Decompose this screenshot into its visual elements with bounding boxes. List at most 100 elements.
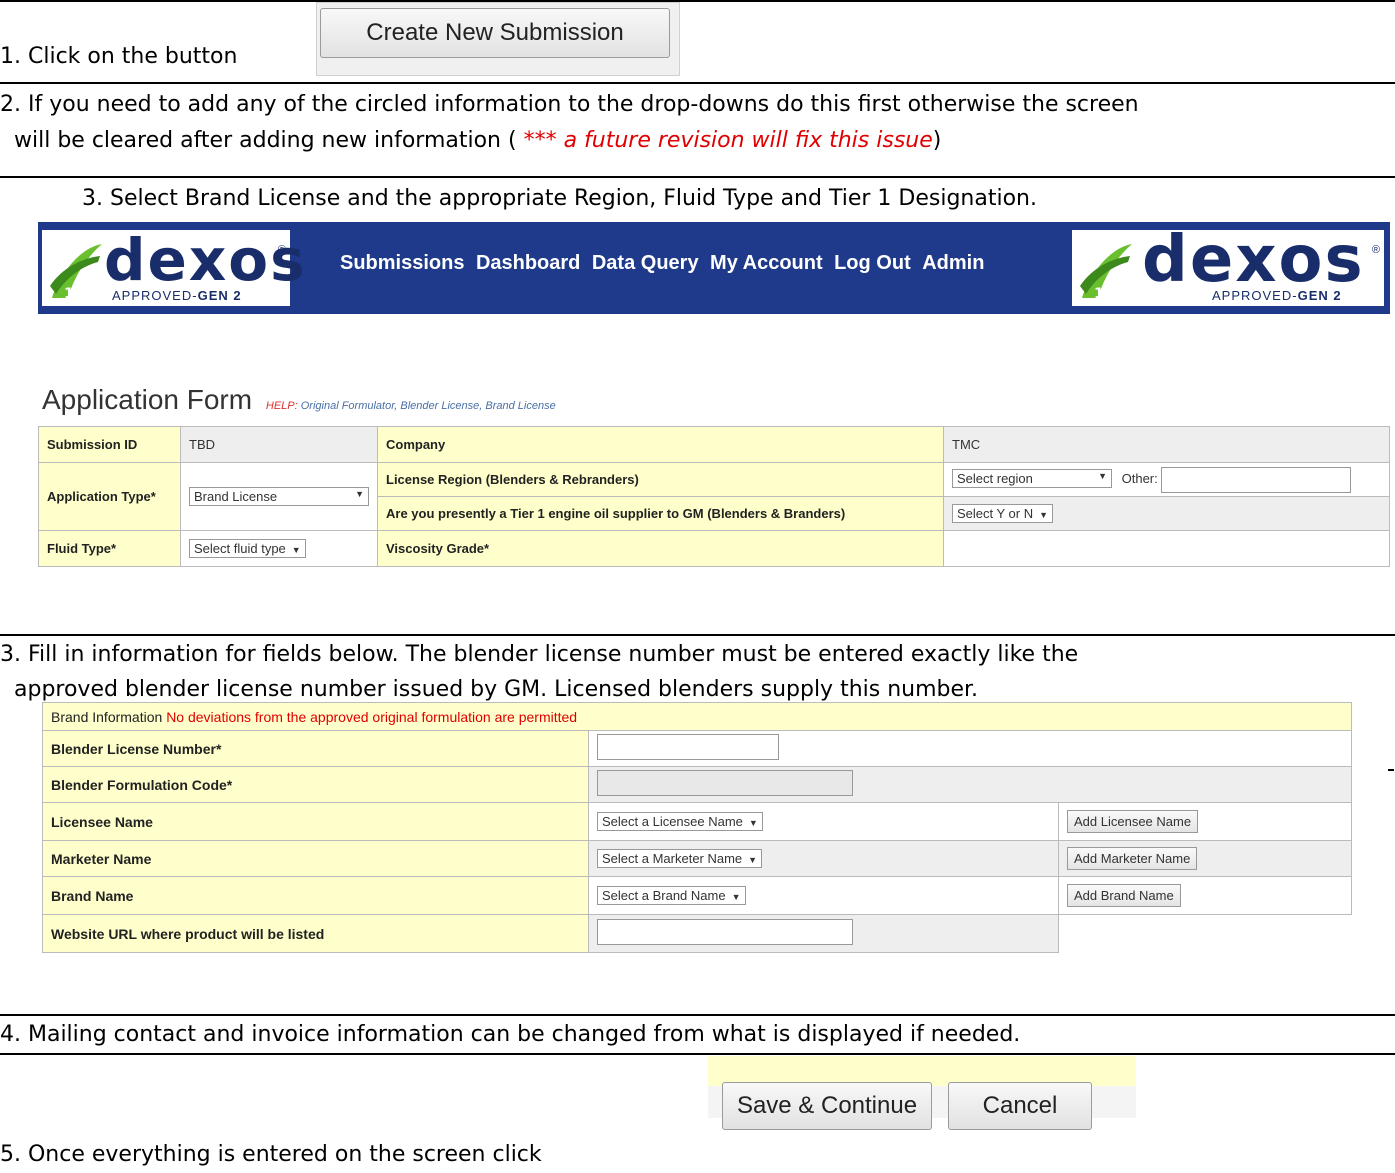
add-brand-name-button[interactable]: Add Brand Name — [1067, 884, 1181, 907]
company-value: TMC — [943, 426, 1390, 463]
brand-add-cell: Add Brand Name — [1058, 876, 1352, 915]
tier1-cell: Select Y or N ▼ — [943, 496, 1390, 531]
nav-log-out[interactable]: Log Out — [834, 252, 911, 274]
application-form-table: Submission ID TBD Company TMC Applicatio… — [38, 426, 1390, 567]
marketer-select[interactable]: Select a Marketer Name ▼ — [597, 849, 763, 868]
svg-text:1: 1 — [1094, 286, 1104, 302]
svg-text:1: 1 — [64, 286, 74, 302]
help-links: HELP: Original Formulator, Blender Licen… — [266, 400, 556, 412]
dropdown-arrow-icon: ▼ — [1039, 510, 1049, 520]
licensee-select-value: Select a Licensee Name — [602, 814, 743, 829]
divider — [0, 1053, 1395, 1055]
submission-id-value: TBD — [180, 426, 378, 463]
add-marketer-name-button[interactable]: Add Marketer Name — [1067, 847, 1198, 870]
marketer-name-label: Marketer Name — [42, 840, 589, 877]
other-region-input[interactable] — [1161, 466, 1352, 493]
blender-license-input[interactable] — [597, 734, 779, 760]
help-link-list[interactable]: Original Formulator, Blender License, Br… — [301, 400, 556, 412]
dropdown-arrow-icon: ▼ — [355, 489, 364, 499]
application-type-cell: Brand License ▼ — [180, 462, 378, 531]
cancel-button[interactable]: Cancel — [948, 1082, 1092, 1130]
divider — [0, 1014, 1395, 1016]
tier1-select-value: Select Y or N — [957, 506, 1034, 521]
form-title-text: Application Form — [42, 384, 253, 415]
licensee-select[interactable]: Select a Licensee Name ▼ — [597, 812, 763, 831]
divider — [0, 82, 1395, 84]
license-region-label: License Region (Blenders & Rebranders) — [377, 462, 944, 497]
formulation-code-label: Blender Formulation Code* — [42, 766, 589, 803]
logo-subtitle-approved: APPROVED- — [112, 288, 198, 303]
licensee-add-cell: Add Licensee Name — [1058, 802, 1352, 841]
formulation-code-input — [597, 770, 853, 796]
logo-subtitle-gen: GEN 2 — [1297, 288, 1342, 303]
blender-license-cell — [588, 730, 1352, 767]
tier1-label: Are you presently a Tier 1 engine oil su… — [377, 496, 944, 531]
logo-subtitle: APPROVED-GEN 2 — [112, 288, 242, 303]
future-revision-note: *** a future revision will fix this issu… — [523, 128, 933, 153]
website-empty-cell — [1058, 914, 1352, 953]
region-select-value: Select region — [957, 470, 1033, 486]
submission-id-label: Submission ID — [38, 426, 181, 463]
registered-mark: ® — [1371, 244, 1380, 256]
nav-submissions[interactable]: Submissions — [340, 252, 464, 274]
brand-select-value: Select a Brand Name — [602, 888, 726, 903]
other-label: Other: — [1121, 470, 1158, 486]
brand-name-label: Brand Name — [42, 876, 589, 915]
licensee-select-cell: Select a Licensee Name ▼ — [588, 802, 1059, 841]
add-licensee-name-button[interactable]: Add Licensee Name — [1067, 810, 1199, 833]
application-type-select[interactable]: Brand License ▼ — [189, 487, 369, 506]
dropdown-arrow-icon: ▼ — [731, 892, 741, 902]
save-continue-button[interactable]: Save & Continue — [722, 1082, 932, 1130]
licensee-name-label: Licensee Name — [42, 802, 589, 841]
nav-banner: 1 dexos ® APPROVED-GEN 2 Submissions Das… — [38, 222, 1390, 314]
logo-subtitle: APPROVED-GEN 2 — [1212, 288, 1342, 303]
step4-text: 4. Mailing contact and invoice informati… — [0, 1022, 1021, 1047]
logo-subtitle-gen: GEN 2 — [197, 288, 242, 303]
nav-my-account[interactable]: My Account — [710, 252, 823, 274]
viscosity-value — [943, 530, 1390, 567]
step3a-text: 3. Select Brand License and the appropri… — [82, 186, 1037, 211]
brand-info-header: Brand Information No deviations from the… — [42, 702, 1352, 731]
divider — [1388, 769, 1394, 771]
nav-links: Submissions Dashboard Data Query My Acco… — [340, 252, 991, 275]
nav-dashboard[interactable]: Dashboard — [476, 252, 580, 274]
marketer-select-cell: Select a Marketer Name ▼ — [588, 840, 1059, 877]
fluid-type-label: Fluid Type* — [38, 530, 181, 567]
marketer-select-value: Select a Marketer Name — [602, 851, 743, 866]
step5-text: 5. Once everything is entered on the scr… — [0, 1142, 542, 1167]
application-type-value: Brand License — [194, 489, 278, 504]
fluid-type-cell: Select fluid type ▼ — [180, 530, 378, 567]
marketer-add-cell: Add Marketer Name — [1058, 840, 1352, 877]
registered-mark: ® — [277, 244, 286, 256]
step2-close-paren: ) — [932, 128, 942, 153]
blender-license-label: Blender License Number* — [42, 730, 589, 767]
dexos-logo-left: 1 dexos ® APPROVED-GEN 2 — [40, 228, 305, 308]
divider — [0, 0, 1395, 2]
dexos-logo-right: 1 dexos ® APPROVED-GEN 2 — [1070, 228, 1386, 308]
divider — [0, 634, 1395, 636]
application-type-label: Application Type* — [38, 462, 181, 531]
nav-data-query[interactable]: Data Query — [592, 252, 699, 274]
brand-info-warning: No deviations from the approved original… — [166, 708, 578, 725]
brand-select-cell: Select a Brand Name ▼ — [588, 876, 1059, 915]
fluid-type-select-value: Select fluid type — [194, 541, 286, 556]
help-label: HELP: — [265, 400, 298, 412]
create-new-submission-button[interactable]: Create New Submission — [320, 8, 670, 58]
tier1-select[interactable]: Select Y or N ▼ — [952, 504, 1054, 523]
license-region-cell: Select region ▼ Other: — [943, 462, 1390, 497]
formulation-code-cell — [588, 766, 1352, 803]
step3b-line2: approved blender license number issued b… — [14, 677, 979, 702]
website-url-input[interactable] — [597, 919, 853, 945]
fluid-type-select[interactable]: Select fluid type ▼ — [189, 539, 306, 558]
website-url-cell — [588, 914, 1059, 953]
logo-subtitle-approved: APPROVED- — [1212, 288, 1298, 303]
brand-select[interactable]: Select a Brand Name ▼ — [597, 886, 746, 905]
divider — [0, 176, 1395, 178]
step2-line1: 2. If you need to add any of the circled… — [0, 92, 1139, 117]
logo-wordmark: dexos — [1142, 223, 1365, 297]
step2-line2: will be cleared after adding new informa… — [14, 128, 941, 153]
nav-admin[interactable]: Admin — [922, 252, 984, 274]
brand-info-label: Brand Information — [51, 708, 163, 725]
step3b-line1: 3. Fill in information for fields below.… — [0, 642, 1079, 667]
region-select[interactable]: Select region ▼ — [952, 468, 1112, 488]
